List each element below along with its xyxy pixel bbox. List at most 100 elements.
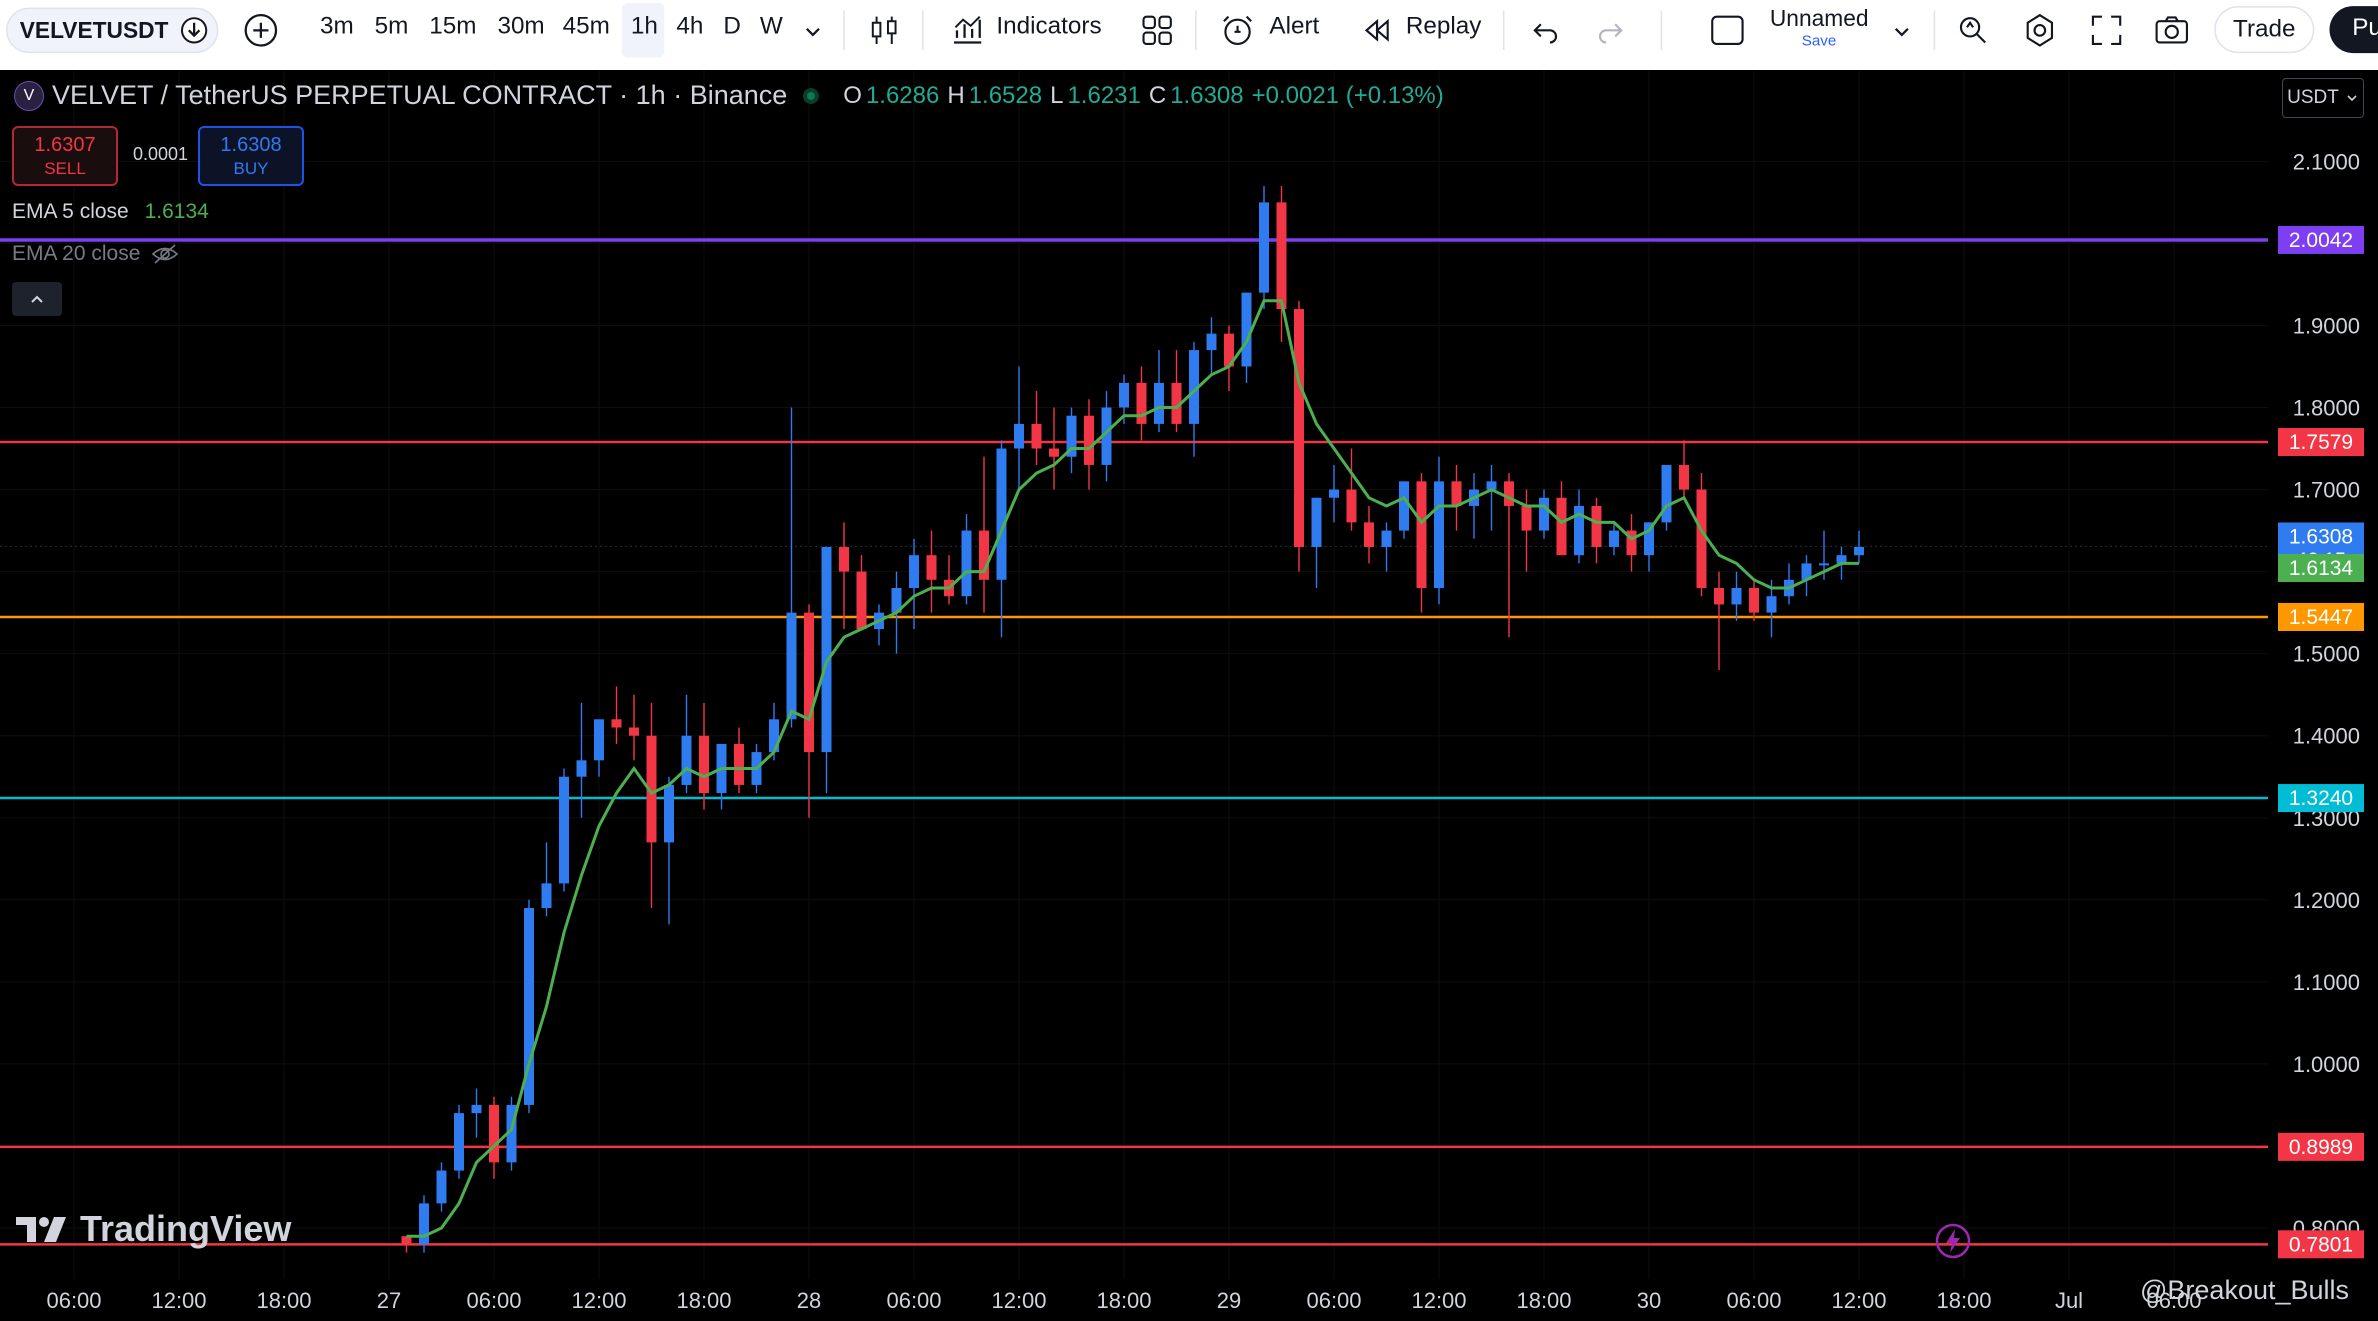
timeframe-d[interactable]: D [723,14,741,41]
symbol-options-icon[interactable] [180,17,208,44]
ema5-label: EMA 5 close [12,200,129,223]
replay-icon[interactable] [1359,12,1395,48]
symbol-search[interactable]: VELVETUSDT [6,7,219,54]
tradingview-watermark: TradingView [16,1208,291,1250]
time-tick-label: 12:00 [151,1288,206,1313]
top-toolbar: VELVETUSDT 3m 5m 15m 30m 45m 1h 4h D W I… [0,0,2378,70]
candles-chart-type-icon[interactable] [866,12,902,48]
layouts-grid-icon[interactable] [1139,12,1175,48]
velvet-logo-icon: V [14,80,44,111]
chevron-down-icon[interactable] [798,17,828,47]
candle-body [629,727,639,736]
time-tick-label: 27 [377,1288,401,1313]
toolbar-divider [843,10,845,51]
candle-body [664,784,674,843]
market-open-status-icon [803,87,820,104]
candle-body [1381,530,1392,547]
ohlc-low-label: L [1050,81,1064,109]
time-tick-label: 18:00 [1516,1288,1571,1313]
candle-body [1119,382,1129,408]
price-tick-label: 1.7000 [2293,478,2360,503]
trade-button[interactable]: Trade [2214,6,2315,54]
toolbar-divider [1195,10,1197,51]
time-tick-label: 06:00 [466,1288,521,1313]
price-tag-label: 1.5447 [2289,606,2353,629]
currency-select[interactable]: USDT [2282,78,2364,118]
candle-body [1399,481,1409,531]
candlestick-chart[interactable]: 0.80000.90001.00001.10001.20001.30001.40… [0,70,2378,1321]
symbol-title[interactable]: VELVET / TetherUS PERPETUAL CONTRACT · 1… [52,80,787,111]
timeframe-45m[interactable]: 45m [563,14,610,41]
time-tick-label: 18:00 [256,1288,311,1313]
candle-body [454,1113,464,1171]
symbol-text: VELVETUSDT [19,17,169,44]
publish-button[interactable]: Pu [2329,6,2378,54]
candle-body [1854,546,1864,556]
price-tag-label: 0.7801 [2289,1233,2353,1256]
candle-body [1556,497,1567,556]
lightning-bolt-icon[interactable] [1935,1223,1971,1259]
candle-body [1609,530,1619,547]
candle-body [996,448,1007,580]
time-tick-label: 29 [1217,1288,1241,1313]
compare-symbol-icon[interactable] [243,12,279,48]
ohlc-change: +0.0021 (+0.13%) [1251,81,1444,109]
layout-name[interactable]: Unnamed [1770,6,1869,32]
time-tick-label: 18:00 [1096,1288,1151,1313]
alert-clock-icon[interactable] [1219,12,1255,48]
candle-body [1661,464,1672,523]
save-label[interactable]: Save [1802,33,1837,50]
candle-body [1416,481,1427,589]
candle-body [1451,481,1462,506]
candle-body [541,883,552,909]
indicators-button[interactable]: Indicators [996,14,1101,41]
collapse-legend-button[interactable] [12,282,62,316]
ema5-legend[interactable]: EMA 5 close 1.6134 [12,200,209,224]
ohlc-high: 1.6528 [968,81,1043,109]
candle-body [1539,497,1549,531]
chevron-down-icon[interactable] [1887,17,1917,47]
candle-body [1276,202,1287,310]
ema20-label: EMA 20 close [12,242,141,265]
ema20-legend[interactable]: EMA 20 close [12,242,180,266]
price-tag-label: 1.6308 [2289,525,2353,548]
fullscreen-icon[interactable] [2088,12,2124,48]
indicators-icon[interactable] [949,12,985,48]
chart-pane[interactable]: 0.80000.90001.00001.10001.20001.30001.40… [0,70,2378,1321]
timeframe-w[interactable]: W [760,14,783,41]
candle-body [856,571,867,630]
time-tick-label: 18:00 [676,1288,731,1313]
candle-body [1819,563,1829,566]
timeframe-1h[interactable]: 1h [631,14,658,41]
sell-button[interactable]: 1.6307 SELL [12,126,118,186]
timeframe-4h[interactable]: 4h [676,14,703,41]
camera-snapshot-icon[interactable] [2154,12,2190,48]
undo-icon[interactable] [1527,12,1563,48]
redo-icon[interactable] [1592,12,1628,48]
alert-button[interactable]: Alert [1269,14,1319,41]
timeframe-3m[interactable]: 3m [320,14,354,41]
candle-body [1696,489,1707,589]
quick-search-icon[interactable] [1955,12,1991,48]
candle-body [576,760,587,777]
layout-square-icon[interactable] [1709,12,1745,48]
timeframe-15m[interactable]: 15m [429,14,476,41]
chart-background [0,70,2378,1321]
ohlc-open: 1.6286 [865,81,940,109]
buy-button[interactable]: 1.6308 BUY [198,126,304,186]
price-tag-label: 1.3240 [2289,787,2353,810]
candle-body [1434,481,1444,589]
replay-button[interactable]: Replay [1406,14,1482,41]
time-tick-label: 28 [797,1288,821,1313]
candle-body [419,1203,429,1245]
timeframe-30m[interactable]: 30m [497,14,544,41]
eye-hidden-icon[interactable] [150,243,180,265]
time-tick-label: Jul [2055,1288,2083,1313]
candle-body [961,530,972,597]
timeframe-5m[interactable]: 5m [375,14,409,41]
candle-body [1346,489,1357,523]
candle-body [1679,464,1689,490]
candle-body [1084,415,1094,465]
settings-gear-icon[interactable] [2022,12,2058,48]
time-tick-label: 06:00 [886,1288,941,1313]
